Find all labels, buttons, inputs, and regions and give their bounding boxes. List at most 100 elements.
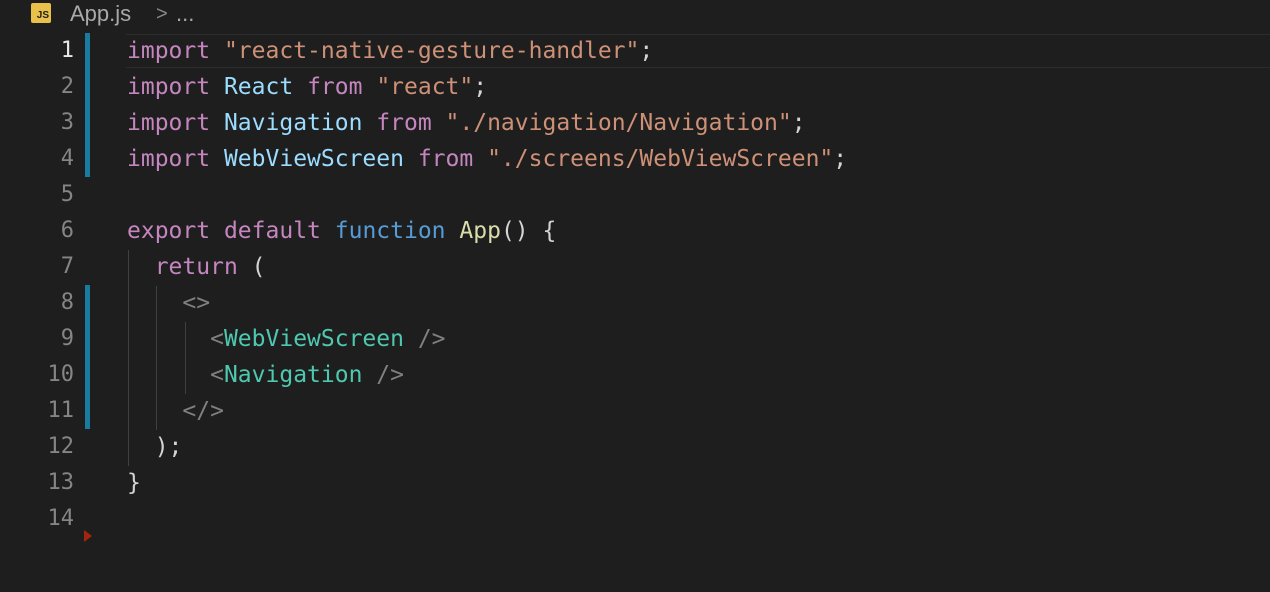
code-line[interactable]: 12 ); <box>0 429 1270 465</box>
code-token: from <box>376 110 432 136</box>
git-modified-marker[interactable] <box>85 321 90 357</box>
code-text: } <box>127 465 141 501</box>
code-token: < <box>210 362 224 388</box>
git-modified-marker[interactable] <box>85 285 90 321</box>
code-text: <> <box>127 285 210 321</box>
code-line[interactable]: 4 import WebViewScreen from "./screens/We… <box>0 141 1270 177</box>
line-number: 5 <box>60 182 74 207</box>
breadcrumb-file-name[interactable]: App.js <box>70 0 131 28</box>
code-editor[interactable]: 1 import "react-native-gesture-handler"; 2… <box>0 33 1270 592</box>
line-number: 1 <box>60 38 74 63</box>
code-token: "react-native-gesture-handler" <box>223 38 640 64</box>
code-line[interactable]: 10 <Navigation /> <box>0 357 1270 393</box>
line-number: 10 <box>47 362 75 387</box>
code-token: <> <box>182 290 211 316</box>
code-line[interactable]: 13} <box>0 465 1270 501</box>
line-number: 9 <box>60 326 74 351</box>
git-modified-marker[interactable] <box>85 105 90 141</box>
git-modified-marker[interactable] <box>85 69 90 105</box>
code-line[interactable]: 11 </> <box>0 393 1270 429</box>
code-token: } <box>127 470 141 496</box>
code-token: Navigation <box>223 362 363 388</box>
code-line[interactable]: 2 import React from "react"; <box>0 69 1270 105</box>
code-token: /> <box>362 362 404 388</box>
code-token: return <box>154 254 238 280</box>
line-number: 13 <box>47 470 75 495</box>
code-token: /> <box>403 326 446 352</box>
code-token: ; <box>833 146 848 172</box>
line-number: 3 <box>60 110 74 135</box>
code-text: return ( <box>127 249 266 285</box>
code-text: import Navigation from "./navigation/Nav… <box>127 105 806 141</box>
code-token: import <box>127 38 211 64</box>
code-line[interactable]: 3 import Navigation from "./navigation/Na… <box>0 105 1270 141</box>
code-text: import React from "react"; <box>127 69 487 105</box>
code-token: ( <box>237 254 266 280</box>
code-text: import "react-native-gesture-handler"; <box>127 33 653 69</box>
line-number: 4 <box>60 146 74 171</box>
code-token: import <box>127 74 211 100</box>
git-modified-marker[interactable] <box>85 33 90 69</box>
line-number: 11 <box>47 398 75 423</box>
code-line[interactable]: 7 return ( <box>0 249 1270 285</box>
code-token: ; <box>639 38 654 64</box>
line-number: 7 <box>60 254 74 279</box>
code-token: WebViewScreen <box>223 326 404 352</box>
code-token: "./navigation/Navigation" <box>445 110 792 136</box>
code-text: import WebViewScreen from "./screens/Web… <box>127 141 847 177</box>
code-line[interactable]: 6 export default function App() { <box>0 213 1270 249</box>
chevron-right-icon: > <box>156 3 168 25</box>
code-line[interactable]: 9 <WebViewScreen /> <box>0 321 1270 357</box>
code-token: App <box>459 218 501 244</box>
code-text: ); <box>127 429 183 465</box>
code-text: </> <box>127 393 224 429</box>
javascript-file-icon: JS <box>31 3 51 23</box>
code-token: "./screens/WebViewScreen" <box>487 146 834 172</box>
code-text: <WebViewScreen /> <box>127 321 446 357</box>
code-line[interactable]: 5 <box>0 177 1270 213</box>
code-token: React <box>223 74 294 100</box>
code-token: < <box>210 326 224 352</box>
code-token: import <box>127 110 211 136</box>
code-token: import <box>127 146 211 172</box>
git-modified-marker[interactable] <box>85 141 90 177</box>
code-line[interactable]: 8 <> <box>0 285 1270 321</box>
code-line[interactable]: 1 import "react-native-gesture-handler"; <box>0 33 1270 69</box>
code-token: WebViewScreen <box>223 146 404 172</box>
code-token: ; <box>473 74 488 100</box>
code-token: Navigation <box>223 110 363 136</box>
code-token: function <box>334 218 446 244</box>
code-token: ); <box>127 434 183 460</box>
line-number: 12 <box>47 434 75 459</box>
code-text: export default function App() { <box>127 213 556 249</box>
line-number: 8 <box>60 290 74 315</box>
line-number: 2 <box>60 74 74 99</box>
breadcrumb: JS App.js > ... <box>0 0 1270 30</box>
git-modified-marker[interactable] <box>85 357 90 393</box>
code-token: export <box>127 218 211 244</box>
code-token: from <box>417 146 474 172</box>
line-number: 14 <box>47 506 75 531</box>
breadcrumb-symbol-more[interactable]: ... <box>176 0 194 28</box>
code-line[interactable]: 14 <box>0 501 1270 537</box>
code-token: </> <box>182 398 224 424</box>
git-modified-marker[interactable] <box>85 393 90 429</box>
line-number: 6 <box>60 218 74 243</box>
